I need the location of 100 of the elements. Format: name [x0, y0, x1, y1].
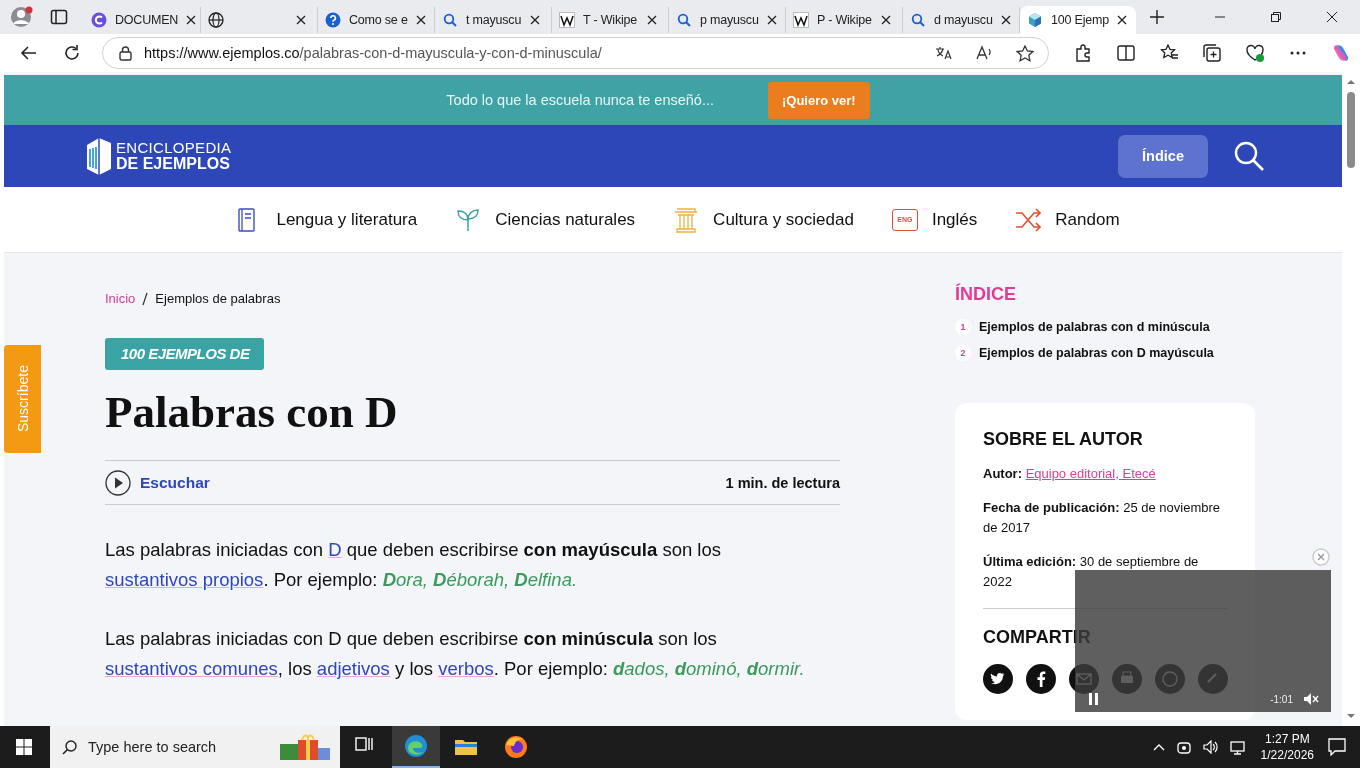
extensions-icon[interactable]	[1074, 44, 1092, 62]
split-screen-icon[interactable]	[1117, 44, 1135, 62]
question-icon	[325, 12, 341, 28]
category-link[interactable]: Ciencias naturales	[455, 206, 636, 233]
close-icon[interactable]	[1116, 15, 1127, 25]
tab-actions-icon[interactable]	[50, 9, 68, 25]
author-info: Autor: Equipo editorial, Etecé	[983, 465, 1157, 483]
restore-icon[interactable]	[1271, 12, 1281, 22]
play-icon	[105, 469, 131, 496]
breadcrumb-text: Ejemplos de palabras	[155, 291, 281, 306]
shuffle-icon	[1015, 206, 1042, 233]
translate-icon[interactable]	[935, 45, 952, 61]
promo-text: Todo lo que la escuela nunca te enseñó...	[446, 92, 714, 108]
back-icon[interactable]	[20, 45, 37, 61]
close-icon[interactable]	[1000, 15, 1011, 25]
camera-icon[interactable]	[1176, 739, 1191, 755]
twitter-icon[interactable]	[983, 664, 1013, 694]
address-field[interactable]: https://www.ejemplos.co/palabras-con-d-mayuscula-y-con-d-minuscula/	[102, 37, 1049, 69]
network-icon[interactable]	[1229, 739, 1245, 755]
notifications-icon[interactable]	[1328, 738, 1346, 756]
edge-icon	[404, 734, 428, 758]
logo-icon	[84, 135, 114, 177]
close-icon[interactable]	[186, 15, 197, 25]
heart-pulse-icon[interactable]	[1246, 44, 1264, 62]
browser-tab[interactable]: t mayuscu	[435, 7, 552, 33]
browser-tab[interactable]: Como se e	[318, 7, 435, 33]
browser-tab[interactable]: p mayuscu	[669, 7, 786, 33]
close-icon[interactable]	[647, 15, 657, 25]
sprout-icon	[455, 206, 482, 233]
paragraph: Las palabras iniciadas con D que deben escribirse con minúscula son los sustantivos comunes, los adjetivos y los verbos. Por ejemplo: dados, dominó, dormir.	[105, 627, 806, 681]
search-icon	[910, 12, 926, 28]
favorites-icon[interactable]	[1160, 44, 1178, 62]
globe-icon	[208, 12, 224, 28]
category-link[interactable]: Random	[1015, 206, 1120, 233]
logo-text: DE EJEMPLOS	[116, 156, 231, 172]
facebook-icon[interactable]	[1026, 664, 1056, 694]
new-tab-icon[interactable]	[1150, 10, 1164, 24]
category-link[interactable]: Cultura y sociedad	[673, 206, 854, 233]
logo-text: ENCICLOPEDIA	[116, 140, 232, 156]
video-time: -1:01	[1270, 693, 1293, 705]
index-link[interactable]: 2 Ejemplos de palabras con D mayúscula	[955, 345, 1214, 361]
text-link[interactable]: D	[328, 539, 342, 560]
paragraph: Las palabras iniciadas con D que deben escribirse con mayúscula son los sustantivos propios. Por ejemplo: Dora, Déborah, Delfina.	[105, 538, 722, 592]
text-link[interactable]: sustantivos comunes	[105, 658, 278, 679]
browser-tab[interactable]: T - Wikipe	[552, 7, 669, 33]
close-icon[interactable]	[766, 15, 777, 25]
pause-icon[interactable]	[1089, 693, 1098, 705]
scroll-thumb[interactable]	[1347, 92, 1355, 168]
card-heading: SOBRE EL AUTOR	[983, 429, 1144, 450]
clock[interactable]: 1:27 PM 1/22/2026	[1260, 731, 1314, 763]
index-heading: ÍNDICE	[955, 284, 1016, 305]
search-icon	[62, 739, 77, 755]
search-icon[interactable]	[1234, 141, 1264, 171]
listen-button[interactable]: Escuchar	[105, 469, 210, 496]
category-badge: 100 EJEMPLOS DE	[105, 338, 265, 370]
author-info: Última edición: 30 de septiembre de 2022	[983, 553, 1200, 591]
browser-tab[interactable]: DOCUMEN	[84, 7, 201, 33]
text-link[interactable]: verbos	[438, 658, 494, 679]
column-icon	[673, 206, 700, 233]
search-icon	[676, 12, 692, 28]
copilot-icon	[91, 12, 107, 28]
search-input[interactable]: Type here to search	[88, 739, 267, 755]
gift-icon	[278, 732, 332, 762]
slash-icon	[141, 291, 150, 306]
close-icon[interactable]	[296, 15, 306, 25]
text-link[interactable]: sustantivos propios	[105, 569, 264, 590]
browser-tab[interactable]: P - Wikipe	[786, 7, 903, 33]
lock-icon	[119, 45, 132, 61]
index-link[interactable]: 1 Ejemplos de palabras con d minúscula	[955, 319, 1210, 335]
url-text: https://www.ejemplos.co/palabras-con-d-mayuscula-y-con-d-minuscula/	[144, 45, 602, 61]
star-icon[interactable]	[1016, 44, 1034, 62]
refresh-icon[interactable]	[64, 45, 80, 61]
collections-icon[interactable]	[1203, 44, 1221, 62]
chevron-up-icon[interactable]	[1152, 742, 1165, 752]
close-icon[interactable]	[881, 15, 891, 25]
scroll-up-icon	[1346, 78, 1356, 86]
browser-tab[interactable]: 100 Ejemp	[1020, 6, 1136, 34]
cube-icon	[1027, 12, 1043, 28]
category-link[interactable]: Lengua y literatura	[236, 206, 418, 233]
author-link[interactable]: Equipo editorial, Etecé	[1025, 466, 1156, 481]
read-aloud-icon[interactable]	[976, 45, 992, 61]
index-button[interactable]: Índice	[1118, 134, 1208, 178]
profile-icon[interactable]	[10, 6, 33, 28]
windows-icon[interactable]	[16, 739, 32, 755]
close-icon[interactable]	[415, 15, 426, 25]
copilot-icon[interactable]	[1332, 44, 1350, 62]
breadcrumb-link[interactable]: Inicio	[105, 291, 136, 306]
close-icon[interactable]	[530, 15, 540, 25]
author-info: Fecha de publicación: 25 de noviembre de 2017	[983, 499, 1221, 537]
text-link[interactable]: adjetivos	[316, 658, 390, 679]
reading-time: 1 min. de lectura	[725, 474, 840, 491]
firefox-icon	[504, 735, 528, 759]
article-title: Palabras con D	[105, 386, 398, 439]
speaker-icon[interactable]	[1202, 740, 1218, 754]
search-icon	[442, 12, 458, 28]
wikipedia-icon	[559, 12, 575, 28]
close-icon[interactable]	[1327, 12, 1337, 22]
muted-icon[interactable]	[1303, 692, 1319, 706]
wikipedia-icon	[793, 12, 809, 28]
taskbar-app[interactable]	[392, 726, 440, 768]
